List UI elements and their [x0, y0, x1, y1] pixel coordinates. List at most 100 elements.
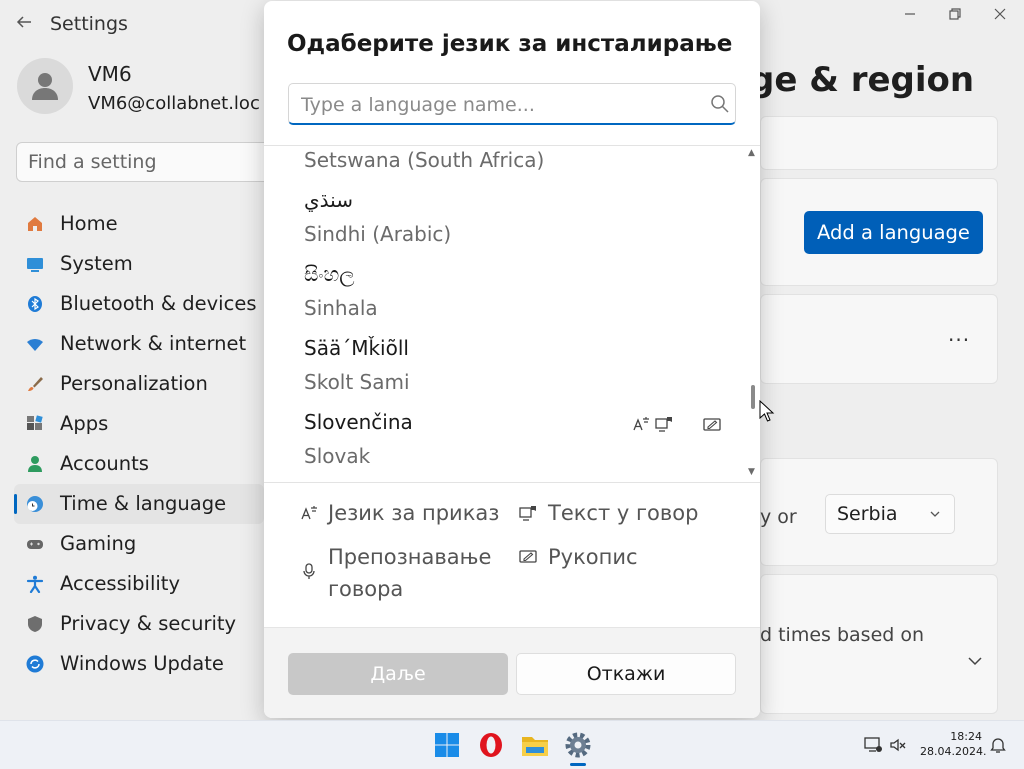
opera-icon[interactable] — [475, 729, 507, 761]
bluetooth-icon — [28, 296, 42, 312]
close-button[interactable] — [980, 6, 1020, 28]
search-icon — [711, 95, 729, 113]
scrollbar-thumb[interactable] — [751, 385, 755, 409]
handwriting-icon — [519, 550, 537, 563]
apps-icon — [27, 415, 43, 430]
dialog-title: Одаберите језик за инсталирање — [287, 31, 733, 57]
list-item[interactable]: Setswana (South Africa) — [264, 146, 744, 180]
accessibility-icon — [26, 575, 44, 593]
windows-start-icon[interactable] — [431, 729, 463, 761]
scroll-up-arrow-icon[interactable]: ▲ — [748, 148, 755, 158]
mouse-pointer-icon — [759, 400, 775, 422]
clock-time: 18:24 — [950, 730, 982, 743]
taskbar: 18:24 28.04.2024. — [0, 720, 1024, 769]
language-search-box[interactable] — [288, 83, 736, 125]
chevron-down-icon[interactable] — [968, 656, 982, 666]
language-english-name: Sindhi (Arabic) — [304, 222, 452, 246]
regional-format-fragment: d times based on — [760, 624, 925, 646]
legend-speech-recognition-line2: говора — [328, 577, 404, 601]
sidebar-item-accessibility[interactable]: Accessibility — [0, 564, 264, 604]
avatar[interactable] — [17, 58, 73, 114]
selection-indicator — [14, 494, 17, 514]
sidebar-item-label: Personalization — [60, 372, 208, 395]
wifi-icon — [27, 339, 43, 351]
person-icon — [28, 456, 42, 472]
monitor-icon — [27, 258, 43, 272]
sidebar-item-apps[interactable]: Apps — [0, 404, 264, 444]
minimize-button[interactable] — [890, 6, 930, 28]
sidebar-item-label: Privacy & security — [60, 612, 237, 635]
country-region-dropdown[interactable]: Serbia — [825, 494, 955, 534]
sidebar-item-time-language[interactable]: Time & language — [14, 484, 264, 524]
scroll-down-arrow-icon[interactable]: ▼ — [748, 467, 755, 477]
language-native-name: Sää´Mǩiõll — [304, 336, 409, 360]
sidebar-item-label: Windows Update — [60, 652, 224, 675]
language-english-name: Slovak — [304, 444, 371, 468]
file-explorer-icon[interactable] — [519, 729, 551, 761]
legend-display-language: Језик за приказ — [328, 501, 500, 525]
more-options-button[interactable]: ... — [948, 322, 970, 346]
next-button[interactable]: Даље — [288, 653, 508, 695]
list-item[interactable]: Slovenčina Slovak — [264, 406, 744, 480]
sidebar-item-label: Accessibility — [60, 572, 180, 595]
gamepad-icon — [27, 540, 43, 549]
globe-clock-icon — [27, 496, 43, 512]
sidebar-item-accounts[interactable]: Accounts — [0, 444, 264, 484]
display-language-icon — [633, 417, 649, 431]
page-title: ge & region — [750, 60, 975, 100]
chevron-down-icon — [930, 511, 940, 517]
language-english-name: Sinhala — [304, 296, 378, 320]
display-language-icon — [301, 506, 317, 520]
sidebar-item-label: Time & language — [60, 492, 227, 515]
sidebar-item-privacy[interactable]: Privacy & security — [0, 604, 264, 644]
network-icon[interactable] — [863, 735, 883, 755]
country-label-fragment: y or — [760, 506, 797, 528]
clock-date: 28.04.2024. — [920, 745, 987, 758]
microphone-icon — [303, 563, 315, 579]
scrollbar[interactable] — [748, 146, 758, 482]
language-native-name: سنڌي — [304, 188, 353, 212]
legend-text-to-speech: Текст у говор — [548, 501, 699, 525]
find-setting-input[interactable]: Find a setting — [16, 142, 276, 182]
sidebar-item-label: Network & internet — [60, 332, 247, 355]
list-item[interactable]: Sää´Mǩiõll Skolt Sami — [264, 332, 744, 406]
active-app-indicator — [570, 763, 586, 766]
language-english-name: Skolt Sami — [304, 370, 410, 394]
sidebar-item-system[interactable]: System — [0, 244, 264, 284]
text-to-speech-icon — [655, 417, 672, 432]
sidebar-item-label: Home — [60, 212, 118, 235]
language-english-name: Setswana (South Africa) — [304, 148, 545, 172]
sidebar-item-windows-update[interactable]: Windows Update — [0, 644, 264, 684]
legend-handwriting: Рукопис — [548, 545, 638, 569]
system-clock[interactable]: 18:24 28.04.2024. — [920, 729, 987, 759]
update-icon — [26, 655, 44, 673]
language-picker-dialog: Одаберите језик за инсталирање Setswana … — [264, 1, 760, 718]
user-name: VM6 — [88, 62, 132, 86]
sidebar-item-label: Bluetooth & devices — [60, 292, 257, 315]
language-list[interactable]: Setswana (South Africa) سنڌي Sindhi (Ara… — [264, 146, 744, 482]
language-search-input[interactable] — [299, 90, 703, 120]
sidebar-item-gaming[interactable]: Gaming — [0, 524, 264, 564]
sidebar-item-personalization[interactable]: Personalization — [0, 364, 264, 404]
brush-icon — [28, 377, 43, 391]
list-item[interactable]: සිංහල Sinhala — [264, 258, 744, 332]
find-setting-placeholder: Find a setting — [28, 151, 157, 173]
shield-icon — [28, 616, 42, 632]
sidebar-item-label: System — [60, 252, 133, 275]
home-icon — [28, 217, 42, 231]
sidebar-item-home[interactable]: Home — [0, 204, 264, 244]
sidebar-item-label: Accounts — [60, 452, 149, 475]
notification-bell-icon[interactable] — [988, 735, 1008, 755]
add-language-button[interactable]: Add a language — [804, 211, 983, 254]
cancel-button[interactable]: Откажи — [516, 653, 736, 695]
language-native-name: Slovenčina — [304, 410, 413, 434]
list-item[interactable]: سنڌي Sindhi (Arabic) — [264, 184, 744, 258]
settings-card — [760, 116, 998, 170]
volume-muted-icon[interactable] — [888, 735, 908, 755]
dialog-footer: Даље Откажи — [264, 627, 760, 718]
maximize-button[interactable] — [935, 6, 975, 28]
back-arrow-icon[interactable] — [14, 12, 36, 34]
sidebar-item-network[interactable]: Network & internet — [0, 324, 264, 364]
sidebar-item-bluetooth[interactable]: Bluetooth & devices — [0, 284, 264, 324]
settings-gear-icon[interactable] — [562, 729, 594, 761]
